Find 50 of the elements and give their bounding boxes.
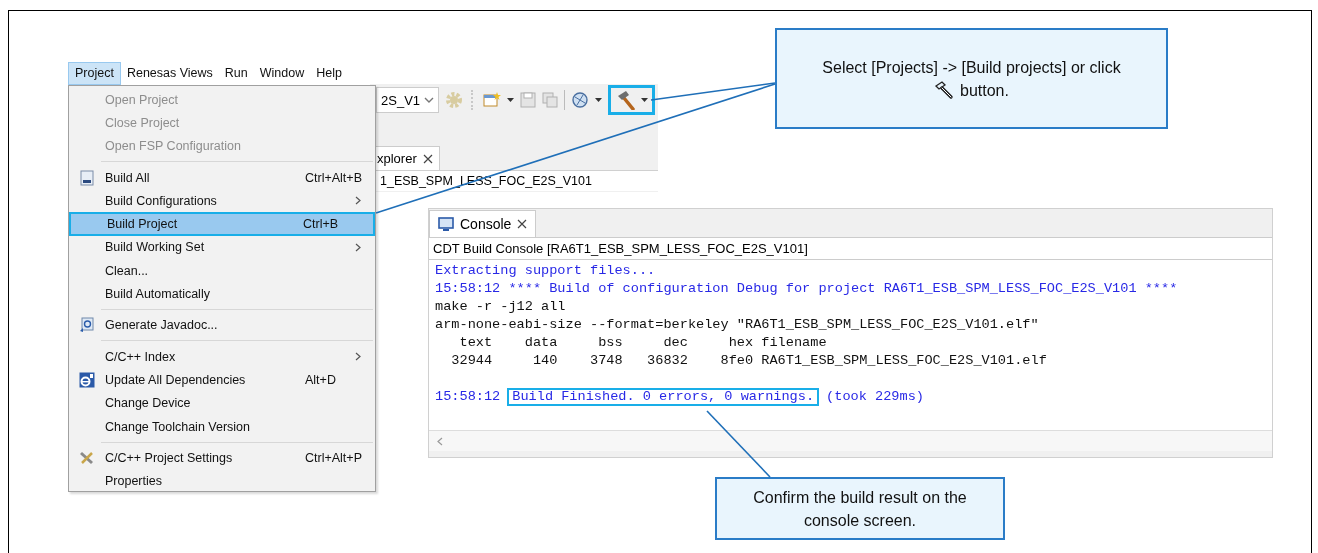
menu-bar-item[interactable]: Renesas Views	[120, 63, 219, 84]
menu-item[interactable]: C/C++ Project Settings Ctrl+Alt+P	[69, 446, 375, 470]
horizontal-scrollbar[interactable]	[429, 430, 1272, 451]
menu-item[interactable]: Change Device	[69, 391, 375, 415]
console-text: Extracting support files...	[434, 262, 657, 280]
globe-icon[interactable]	[571, 91, 590, 109]
close-icon[interactable]	[422, 153, 433, 164]
menu-item[interactable]: Change Toolchain Version	[69, 414, 375, 439]
console-title: CDT Build Console [RA6T1_ESB_SPM_LESS_FOC_E2S_V101]	[433, 241, 808, 256]
menu-item[interactable]: Build Automatically	[69, 282, 375, 306]
callout-text: Select [Projects] -> [Build projects] or click	[822, 57, 1121, 78]
console-text: text data bss dec hex filename	[458, 334, 828, 352]
hammer-icon	[934, 81, 955, 99]
menu-bar-item[interactable]: Help	[310, 63, 348, 84]
menu-item[interactable]: C/C++ Index	[69, 344, 375, 369]
menu-item[interactable]: Build Project Ctrl+B	[69, 212, 375, 236]
wrench-icon	[79, 449, 95, 466]
menu-item[interactable]: Properties	[69, 469, 375, 493]
dropdown-arrow-icon[interactable]	[595, 98, 603, 102]
console-text: arm-none-eabi-size --format=berkeley "RA6T1_ESB_SPM_LESS_FOC_E2S_V101.elf"	[434, 316, 1040, 334]
menu-item[interactable]: Clean...	[69, 259, 375, 283]
close-icon[interactable]	[517, 219, 528, 229]
menu-item[interactable]: Update All Dependencies Alt+D	[69, 368, 375, 392]
build-button[interactable]	[608, 85, 656, 115]
monitor-icon	[438, 216, 454, 232]
callout-text: button.	[960, 80, 1009, 101]
console-text: Build Finished. 0 errors, 0 warnings.	[507, 388, 820, 406]
menu-bar-item[interactable]: Project	[68, 62, 121, 85]
leader-line	[706, 410, 771, 478]
chevron-down-icon	[424, 96, 435, 104]
e2-icon	[79, 371, 95, 388]
console-text: 15:58:12	[434, 388, 502, 406]
menu-bar-item[interactable]: Window	[253, 63, 311, 84]
console-text: (took 229ms)	[825, 388, 925, 406]
callout-text: Confirm the build result on the console screen.	[752, 487, 968, 531]
menu-item[interactable]: Generate Javadoc...	[69, 313, 375, 337]
console-tab[interactable]: Console	[429, 210, 537, 237]
document-icon	[80, 169, 94, 186]
new-window-icon[interactable]	[483, 92, 502, 108]
dropdown-arrow-icon[interactable]	[507, 98, 515, 102]
launch-config-combo[interactable]: 2S_V1	[376, 87, 440, 113]
menu-item[interactable]: Build Configurations	[69, 189, 375, 213]
console-text: 32944 140 3748 36832 8fe0 RA6T1_ESB_SPM_LESS_FOC_E2S_V101.elf	[450, 352, 1048, 370]
console-text: make -r -j12 all	[434, 298, 567, 316]
document-at-icon	[79, 317, 95, 334]
scroll-left-icon[interactable]	[437, 436, 443, 446]
dropdown-arrow-icon	[641, 98, 649, 102]
menu-item[interactable]: Build Working Set	[69, 235, 375, 260]
menu-bar-item[interactable]: Run	[218, 63, 254, 84]
console-text: 15:58:12 **** Build of configuration Debug for project RA6T1_ESB_SPM_LESS_FOC_E2S_V101 ****	[434, 280, 1179, 298]
